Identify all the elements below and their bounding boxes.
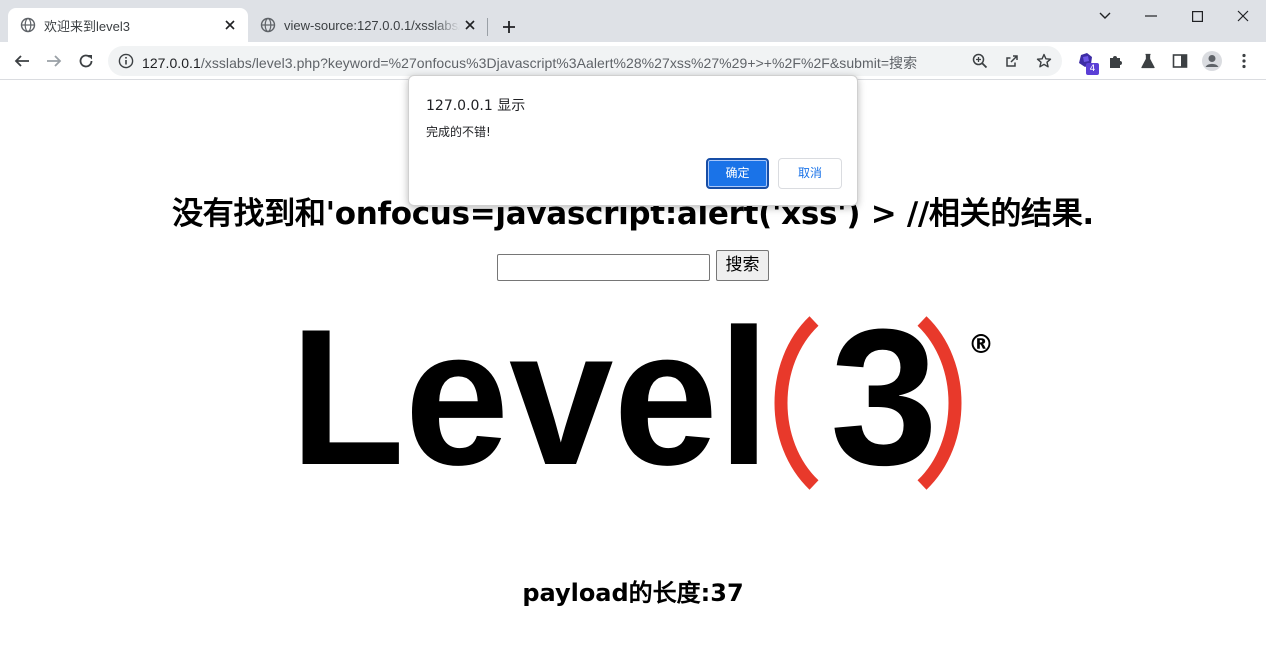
logo-text: Level bbox=[290, 313, 770, 493]
tab-level3[interactable]: 欢迎来到level3 bbox=[8, 8, 248, 42]
search-input[interactable] bbox=[497, 254, 710, 281]
tab-title: view-source:127.0.0.1/xsslabs/ bbox=[284, 17, 460, 33]
forward-arrow-icon[interactable] bbox=[39, 46, 69, 76]
globe-icon bbox=[260, 17, 276, 33]
payload-length: payload的长度:37 bbox=[522, 579, 744, 607]
globe-icon bbox=[20, 17, 36, 33]
dialog-message: 完成的不错! bbox=[426, 125, 491, 139]
menu-kebab-icon[interactable] bbox=[1229, 46, 1259, 76]
extension-badge: 4 bbox=[1086, 63, 1099, 75]
tab-search-chevron-down-icon[interactable] bbox=[1082, 0, 1128, 32]
tab-view-source[interactable]: view-source:127.0.0.1/xsslabs/ bbox=[248, 8, 488, 42]
site-info-icon[interactable] bbox=[116, 51, 136, 71]
browser-window: 欢迎来到level3 view-source:127.0.0.1/xsslabs… bbox=[0, 0, 1266, 655]
reload-icon[interactable] bbox=[71, 46, 101, 76]
url-path: /xsslabs/level3.php?keyword=%27onfocus%3… bbox=[200, 55, 918, 71]
bookmark-star-icon[interactable] bbox=[1033, 50, 1055, 72]
labs-flask-icon[interactable] bbox=[1133, 46, 1163, 76]
ok-button[interactable]: 确定 bbox=[706, 158, 769, 189]
side-panel-icon[interactable] bbox=[1165, 46, 1195, 76]
extensions-puzzle-icon[interactable] bbox=[1101, 46, 1131, 76]
new-tab-plus-icon[interactable] bbox=[496, 14, 522, 40]
profile-avatar-icon[interactable] bbox=[1197, 46, 1227, 76]
minimize-icon[interactable] bbox=[1128, 0, 1174, 32]
tab-close-icon[interactable] bbox=[460, 15, 480, 35]
tab-title: 欢迎来到level3 bbox=[44, 18, 130, 34]
back-arrow-icon[interactable] bbox=[7, 46, 37, 76]
logo-left-paren bbox=[774, 316, 819, 490]
tab-close-icon[interactable] bbox=[220, 15, 240, 35]
search-button[interactable]: 搜索 bbox=[716, 250, 769, 281]
logo-number: 3 bbox=[830, 313, 938, 493]
tab-separator bbox=[487, 18, 488, 36]
close-window-icon[interactable] bbox=[1220, 0, 1266, 32]
cancel-button[interactable]: 取消 bbox=[778, 158, 842, 189]
share-icon[interactable] bbox=[1001, 50, 1023, 72]
alert-dialog: 127.0.0.1 显示 完成的不错! 确定 取消 bbox=[408, 75, 858, 206]
zoom-icon[interactable] bbox=[969, 50, 991, 72]
tab-strip: 欢迎来到level3 view-source:127.0.0.1/xsslabs… bbox=[0, 0, 1266, 42]
level3-logo: Level 3 ® bbox=[290, 313, 994, 493]
maximize-icon[interactable] bbox=[1174, 0, 1220, 32]
address-bar[interactable]: 127.0.0.1/xsslabs/level3.php?keyword=%27… bbox=[108, 46, 1062, 76]
dialog-title: 127.0.0.1 显示 bbox=[426, 98, 526, 114]
url-text: 127.0.0.1/xsslabs/level3.php?keyword=%27… bbox=[142, 53, 917, 73]
url-host: 127.0.0.1 bbox=[142, 55, 201, 71]
logo-registered-mark: ® bbox=[968, 330, 994, 360]
